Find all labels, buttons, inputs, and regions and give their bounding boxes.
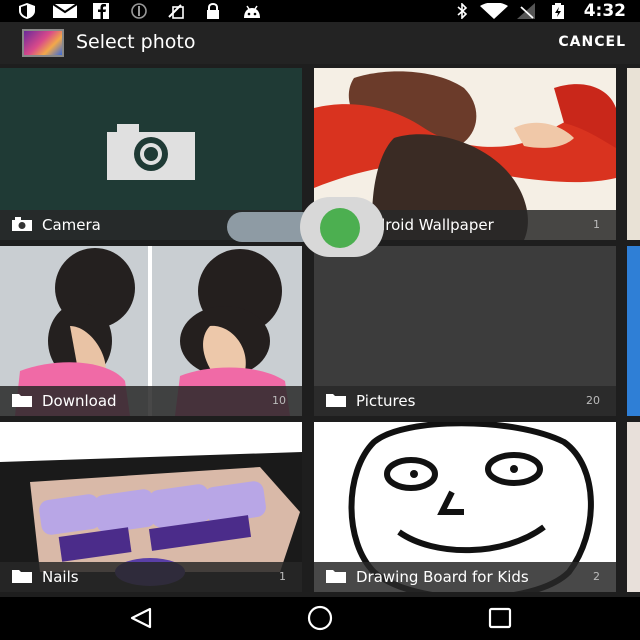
- facebook-icon: [93, 3, 109, 19]
- battery-charging-icon: [552, 3, 564, 19]
- album-name: Nails: [42, 568, 79, 586]
- album-label-bar: Pictures 20: [314, 386, 616, 416]
- recents-icon[interactable]: [488, 607, 512, 629]
- app-bar: Select photo CANCEL: [0, 22, 640, 64]
- no-signal-icon: [517, 3, 535, 19]
- album-label-bar: Drawing Board for Kids 2: [314, 562, 616, 592]
- clock: 4:32: [583, 1, 626, 21]
- page-title: Select photo: [76, 31, 196, 53]
- folder-icon: [326, 570, 346, 583]
- album-tile-drawing-board[interactable]: Drawing Board for Kids 2: [314, 422, 616, 592]
- album-name: Download: [42, 392, 117, 410]
- album-tile-download[interactable]: Download 10: [0, 246, 302, 416]
- no-sim-icon: [168, 4, 184, 19]
- album-tile-partial-3[interactable]: [627, 422, 640, 592]
- home-icon[interactable]: [306, 605, 334, 631]
- bluetooth-icon: [457, 3, 468, 19]
- lock-icon: [207, 3, 219, 19]
- fast-scroll-indicator[interactable]: [320, 208, 360, 248]
- camera-icon: [12, 217, 32, 231]
- blocked-icon: [131, 3, 147, 19]
- folder-icon: [12, 394, 32, 407]
- album-grid[interactable]: Camera Android Wallpaper 1 Download 10 P…: [0, 68, 640, 595]
- album-label-bar: Download 10: [0, 386, 302, 416]
- album-tile-partial-1[interactable]: [627, 68, 640, 240]
- wifi-icon: [480, 3, 508, 19]
- mail-icon: [53, 3, 77, 18]
- album-name: Camera: [42, 216, 101, 234]
- album-count: 1: [593, 218, 600, 231]
- folder-icon: [326, 394, 346, 407]
- album-label-bar: Nails 1: [0, 562, 302, 592]
- camera-thumbnail-icon: [107, 124, 195, 180]
- gallery-app-icon: [22, 29, 64, 57]
- album-count: 20: [586, 394, 600, 407]
- album-name: Drawing Board for Kids: [356, 568, 529, 586]
- album-tile-partial-2[interactable]: [627, 246, 640, 416]
- album-count: 2: [593, 570, 600, 583]
- status-bar: 4:32: [0, 0, 640, 22]
- folder-icon: [12, 570, 32, 583]
- android-icon: [244, 5, 260, 18]
- back-icon[interactable]: [128, 607, 154, 629]
- cancel-button[interactable]: CANCEL: [558, 34, 626, 50]
- album-tile-pictures[interactable]: Pictures 20: [314, 246, 616, 416]
- shield-icon: [19, 3, 35, 19]
- navigation-bar: [0, 597, 640, 640]
- album-count: 1: [279, 570, 286, 583]
- album-name: Pictures: [356, 392, 416, 410]
- album-count: 10: [272, 394, 286, 407]
- album-tile-nails[interactable]: Nails 1: [0, 422, 302, 592]
